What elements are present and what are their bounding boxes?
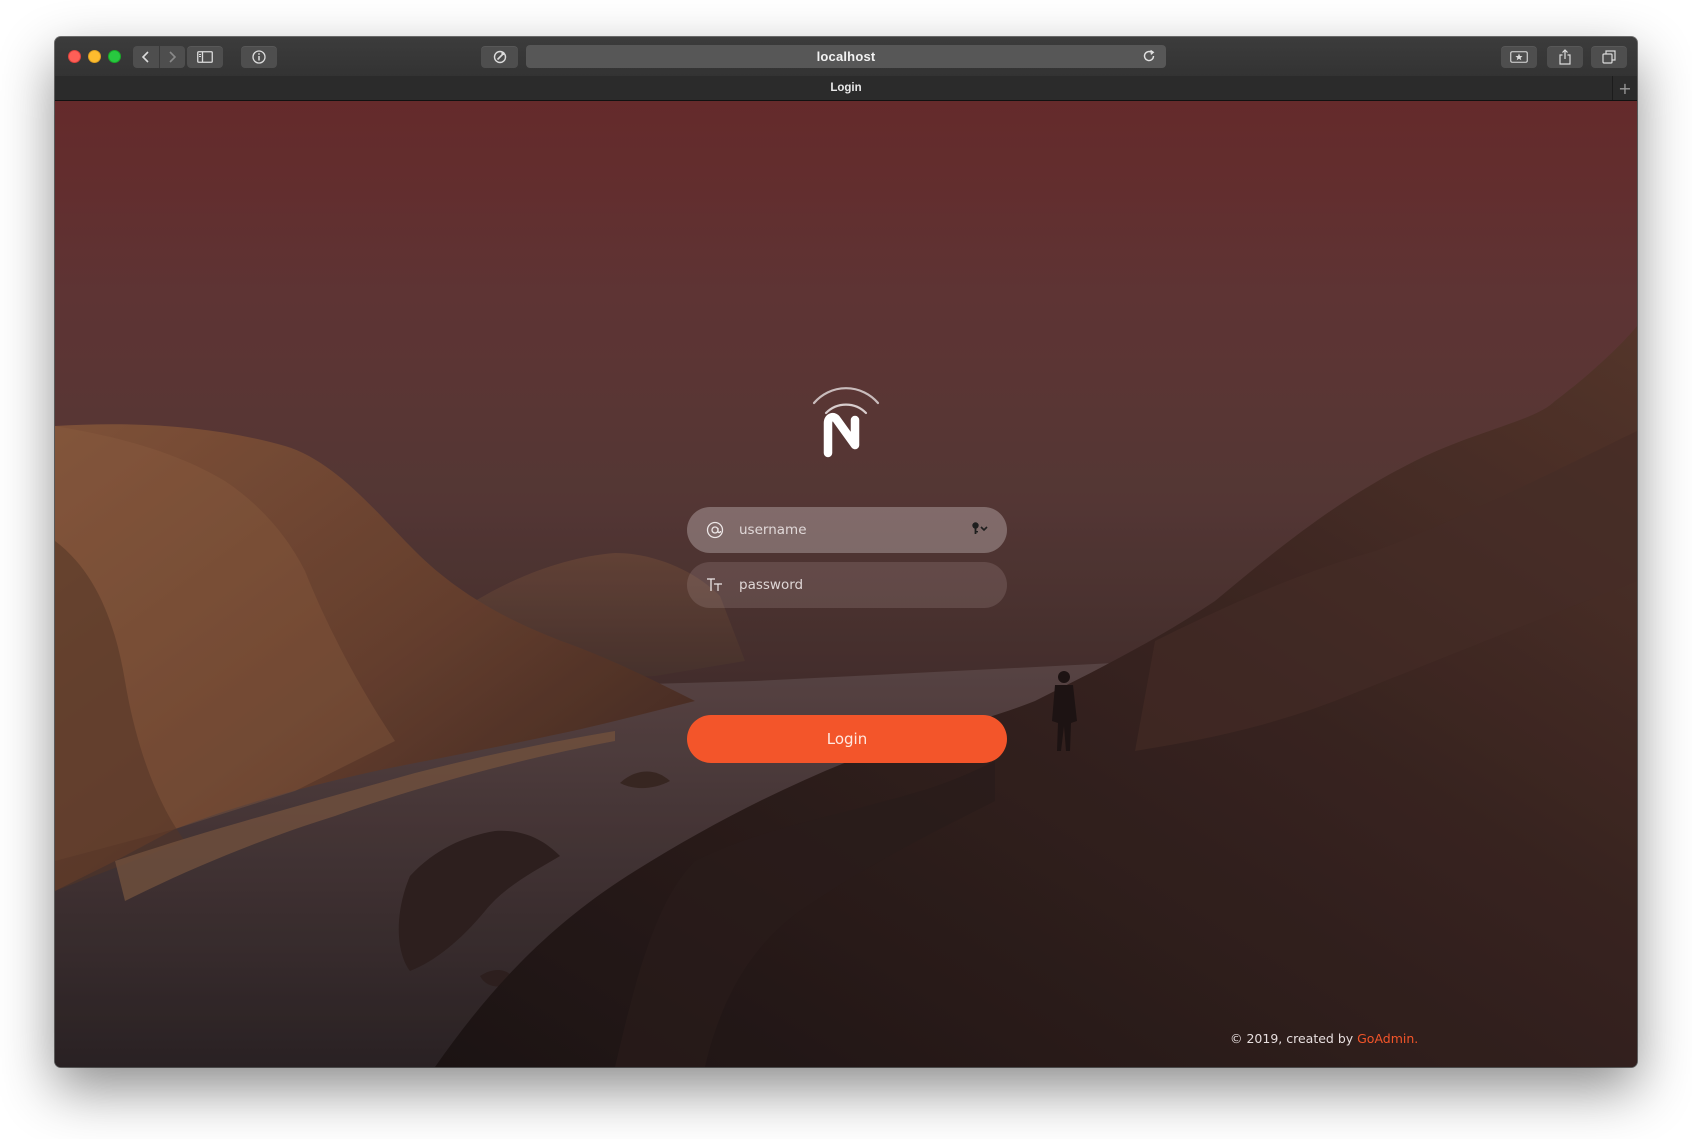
username-input[interactable] bbox=[739, 522, 949, 538]
browser-window: localhost Login + username Login © 2019,… bbox=[55, 37, 1637, 1067]
login-button[interactable]: Login bbox=[687, 715, 1007, 763]
tabs-overview-icon bbox=[1602, 50, 1616, 64]
share-button[interactable] bbox=[1547, 46, 1583, 68]
tab-login[interactable]: Login bbox=[830, 82, 861, 94]
browser-toolbar: localhost bbox=[55, 37, 1637, 77]
info-icon bbox=[252, 50, 266, 64]
at-sign-icon bbox=[705, 520, 725, 540]
navigation-buttons bbox=[133, 46, 185, 68]
footer-suffix: . bbox=[1414, 1031, 1419, 1046]
password-input[interactable] bbox=[739, 577, 949, 593]
sidebar-icon bbox=[197, 51, 213, 63]
goadmin-link[interactable]: GoAdmin bbox=[1357, 1031, 1414, 1046]
footer-credit: © 2019, created by GoAdmin. bbox=[1230, 1031, 1418, 1046]
chevron-left-icon bbox=[141, 51, 149, 63]
sidebar-toggle-button[interactable] bbox=[187, 46, 223, 68]
maximize-window-button[interactable] bbox=[108, 50, 121, 63]
forward-button[interactable] bbox=[158, 46, 186, 68]
username-field[interactable] bbox=[687, 507, 1007, 553]
share-icon bbox=[1559, 49, 1571, 65]
text-size-icon bbox=[705, 575, 725, 595]
info-button[interactable] bbox=[241, 46, 277, 68]
bookmark-star-icon bbox=[1510, 51, 1528, 63]
n-signal-logo bbox=[812, 387, 880, 458]
chevron-right-icon bbox=[169, 51, 177, 63]
address-bar[interactable]: localhost bbox=[526, 45, 1166, 68]
reload-icon[interactable] bbox=[1142, 49, 1156, 63]
login-page: Login © 2019, created by GoAdmin. bbox=[55, 101, 1637, 1067]
password-field[interactable] bbox=[687, 562, 1007, 608]
extension-compass-icon bbox=[493, 50, 506, 64]
footer-prefix: © 2019, created by bbox=[1230, 1031, 1358, 1046]
new-tab-button[interactable]: + bbox=[1612, 76, 1637, 100]
keychain-icon[interactable] bbox=[971, 521, 989, 540]
tab-bar: Login + bbox=[55, 76, 1637, 101]
extension-button[interactable] bbox=[481, 46, 518, 68]
minimize-window-button[interactable] bbox=[88, 50, 101, 63]
address-url: localhost bbox=[816, 49, 876, 64]
back-button[interactable] bbox=[133, 46, 159, 68]
tab-overview-button[interactable] bbox=[1591, 46, 1627, 68]
close-window-button[interactable] bbox=[68, 50, 81, 63]
bookmarks-button[interactable] bbox=[1501, 46, 1537, 68]
